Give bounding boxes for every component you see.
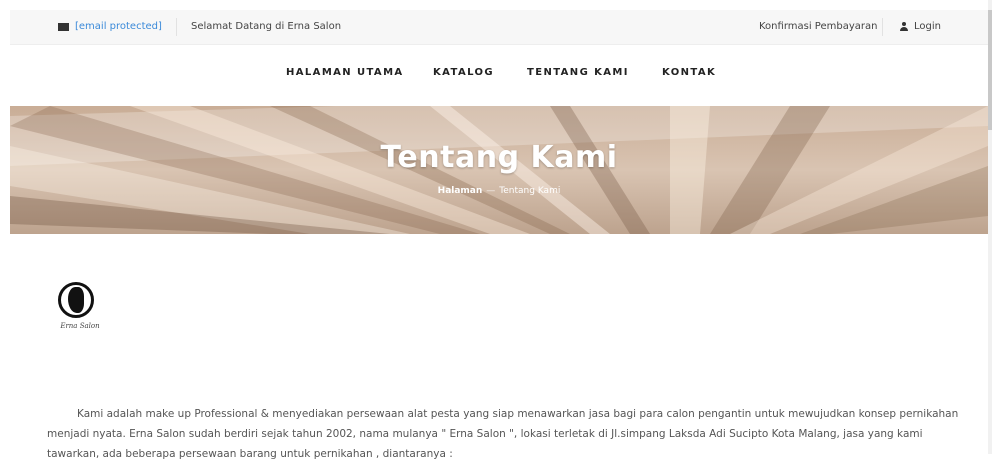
- page-title: Tentang Kami: [380, 140, 618, 175]
- user-icon: [900, 22, 908, 31]
- divider: [882, 18, 883, 36]
- confirm-payment-link[interactable]: Konfirmasi Pembayaran: [759, 21, 877, 32]
- woman-silhouette-icon: [68, 287, 84, 313]
- logo-script-text: Erna Salon: [60, 322, 100, 330]
- breadcrumb-separator: —: [486, 186, 496, 196]
- breadcrumb-current: Tentang Kami: [499, 186, 561, 196]
- salon-logo: Erna Salon: [50, 280, 108, 338]
- page: [email protected] Selamat Datang di Erna…: [10, 0, 988, 460]
- login-label[interactable]: Login: [914, 21, 941, 32]
- top-bar: [email protected] Selamat Datang di Erna…: [10, 10, 988, 45]
- nav-item-katalog[interactable]: KATALOG: [433, 67, 494, 78]
- breadcrumb: Halaman — Tentang Kami: [10, 186, 988, 196]
- envelope-icon: [58, 22, 69, 31]
- scrollbar[interactable]: [988, 0, 992, 454]
- email-link[interactable]: [email protected]: [58, 21, 162, 32]
- about-paragraph: Kami adalah make up Professional & menye…: [47, 408, 959, 460]
- divider: [176, 18, 177, 36]
- scrollbar-thumb[interactable]: [988, 10, 992, 130]
- nav-item-tentang-kami[interactable]: TENTANG KAMI: [527, 67, 629, 78]
- email-text[interactable]: [email protected]: [75, 21, 162, 32]
- login-link[interactable]: Login: [900, 21, 941, 32]
- page-header-banner: Tentang Kami Halaman — Tentang Kami: [10, 106, 988, 234]
- breadcrumb-home[interactable]: Halaman: [438, 186, 483, 196]
- nav-item-kontak[interactable]: KONTAK: [662, 67, 716, 78]
- nav-item-halaman-utama[interactable]: HALAMAN UTAMA: [286, 67, 404, 78]
- main-nav: HALAMAN UTAMA KATALOG TENTANG KAMI KONTA…: [10, 62, 988, 82]
- welcome-text: Selamat Datang di Erna Salon: [191, 21, 342, 32]
- about-section: Kami adalah make up Professional & menye…: [47, 404, 977, 464]
